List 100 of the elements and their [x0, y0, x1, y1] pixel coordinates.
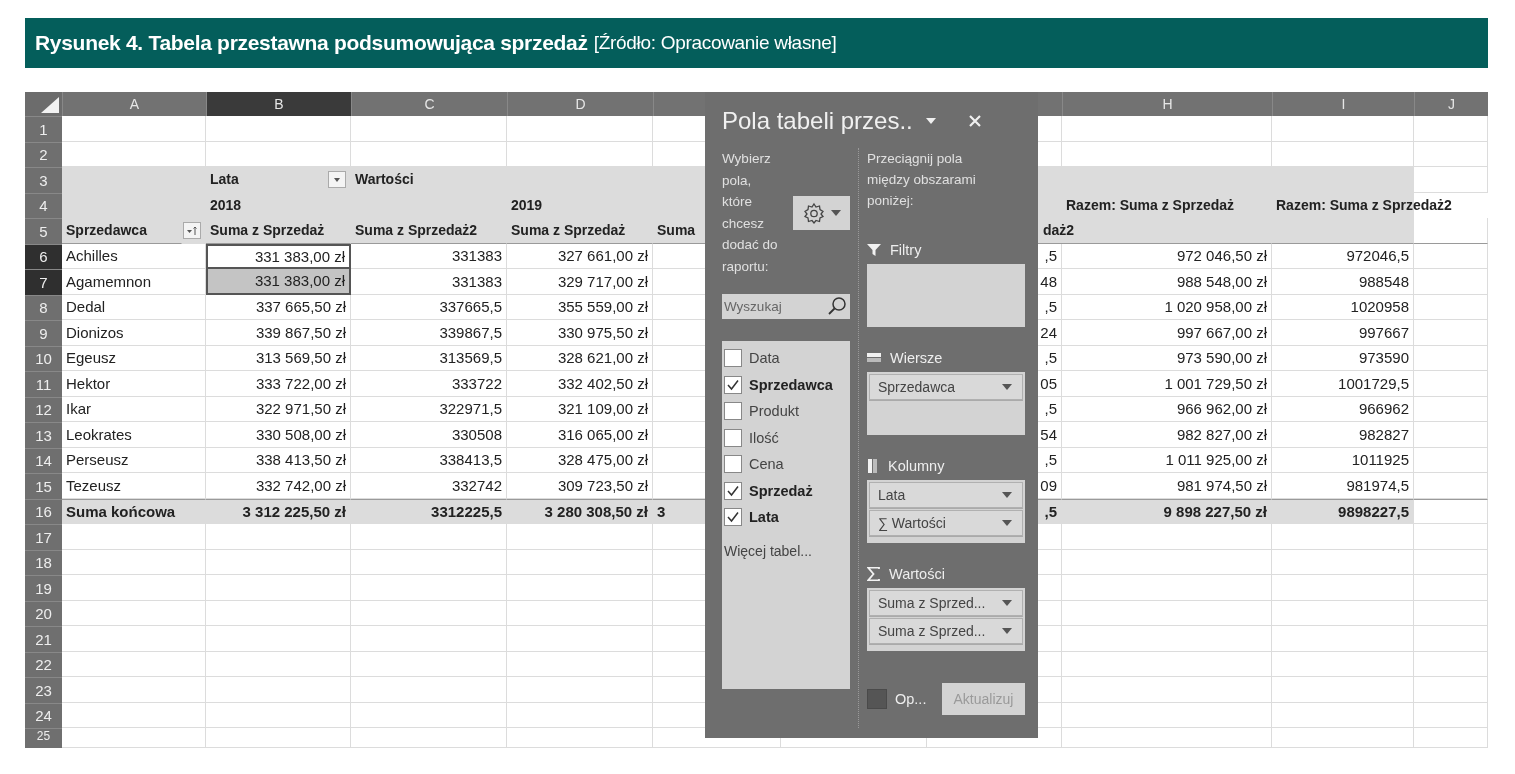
field-label[interactable]: Data — [749, 350, 780, 367]
drop-area[interactable]: Lata ∑ Wartości — [867, 480, 1025, 543]
panel-instructions: Przeciągnij pola między obszarami poniżej: — [867, 150, 977, 210]
row-header[interactable]: 3 — [25, 167, 62, 193]
table-cell: Sprzedawca — [62, 218, 182, 244]
table-cell: 332 742,00 zł — [206, 473, 351, 499]
table-cell: 997 667,00 zł — [1062, 320, 1272, 346]
caret-icon — [333, 176, 341, 183]
caret-icon — [1002, 628, 1012, 634]
column-header[interactable]: C — [351, 92, 507, 116]
table-cell: Suma z Sprzedaż2 — [351, 218, 507, 244]
row-header[interactable]: 7 — [25, 269, 62, 295]
row-header[interactable]: 25 — [25, 728, 62, 748]
table-cell: 973590 — [1272, 345, 1414, 371]
select-all-icon — [41, 97, 59, 113]
row-header[interactable]: 22 — [25, 651, 62, 677]
panel-title: Pola tabeli przes.. — [722, 107, 913, 135]
row-header[interactable]: 23 — [25, 677, 62, 703]
row-header[interactable]: 8 — [25, 294, 62, 320]
checkbox[interactable] — [867, 689, 887, 709]
row-header[interactable]: 18 — [25, 549, 62, 575]
field-label[interactable]: Sprzedawca — [749, 376, 833, 393]
table-cell: 1011925 — [1272, 447, 1414, 473]
rows-icon — [867, 352, 881, 364]
area-field-button[interactable]: ∑ Wartości — [869, 510, 1023, 536]
column-header[interactable]: A — [62, 92, 206, 116]
filter-dropdown-button[interactable] — [328, 171, 346, 188]
column-header[interactable]: J — [1414, 92, 1488, 116]
more-tables-link[interactable]: Więcej tabel... — [724, 542, 812, 559]
settings-button[interactable] — [793, 195, 850, 230]
row-header[interactable]: 19 — [25, 575, 62, 601]
defer-update-label[interactable]: Op... — [895, 691, 927, 707]
row-header[interactable]: 14 — [25, 447, 62, 473]
row-header[interactable]: 6 — [25, 243, 62, 269]
row-header[interactable]: 21 — [25, 626, 62, 652]
table-cell: Tezeusz — [62, 473, 206, 499]
row-header[interactable]: 17 — [25, 524, 62, 550]
area-field-button[interactable]: Lata — [869, 482, 1023, 508]
table-cell: 322971,5 — [351, 396, 507, 422]
column-header[interactable]: B — [206, 92, 351, 116]
field-label[interactable]: Produkt — [749, 403, 799, 420]
row-header[interactable]: 12 — [25, 396, 62, 422]
row-header[interactable]: 4 — [25, 192, 62, 218]
checkbox[interactable] — [724, 455, 742, 474]
field-label[interactable]: Sprzedaż — [749, 482, 813, 499]
row-header[interactable]: 15 — [25, 473, 62, 499]
close-button[interactable] — [966, 113, 983, 129]
table-cell: 322 971,50 zł — [206, 396, 351, 422]
row-header[interactable]: 11 — [25, 371, 62, 397]
row-header[interactable]: 2 — [25, 141, 62, 167]
area-label: Wartości — [889, 566, 945, 582]
row-header[interactable]: 16 — [25, 498, 62, 524]
row-header[interactable]: 1 — [25, 116, 62, 142]
table-cell: 329 717,00 zł — [507, 269, 653, 295]
checkbox[interactable] — [724, 481, 742, 500]
table-cell: 331383 — [351, 243, 507, 269]
area-field-button[interactable]: Suma z Sprzed... — [869, 590, 1023, 616]
table-cell: 339 867,50 zł — [206, 320, 351, 346]
table-cell: 982 827,00 zł — [1062, 422, 1272, 448]
table-cell: 355 559,00 zł — [507, 294, 653, 320]
row-header[interactable]: 24 — [25, 702, 62, 728]
close-icon — [968, 115, 981, 127]
table-cell: 981 974,50 zł — [1062, 473, 1272, 499]
column-header[interactable]: H — [1062, 92, 1272, 116]
area-field-button[interactable]: Sprzedawca — [869, 374, 1023, 400]
caret-icon — [1002, 384, 1012, 390]
caret-icon — [1002, 600, 1012, 606]
column-header[interactable]: D — [507, 92, 653, 116]
drop-area[interactable]: Sprzedawca — [867, 372, 1025, 435]
checkbox[interactable] — [724, 375, 742, 394]
table-cell: 330508 — [351, 422, 507, 448]
table-cell-text: Razem: Suma z Sprzedaż2 — [1275, 195, 1453, 215]
field-label[interactable]: Ilość — [749, 429, 779, 446]
row-header[interactable]: 20 — [25, 600, 62, 626]
checkbox[interactable] — [724, 508, 742, 527]
table-cell: 966962 — [1272, 396, 1414, 422]
row-header[interactable]: 9 — [25, 320, 62, 346]
table-cell: Ikar — [62, 396, 206, 422]
checkbox[interactable] — [724, 428, 742, 447]
sort-filter-icon — [186, 225, 198, 236]
table-cell: 3 312 225,50 zł — [206, 498, 351, 524]
table-cell: 316 065,00 zł — [507, 422, 653, 448]
field-label[interactable]: Cena — [749, 456, 784, 473]
row-header[interactable]: 5 — [25, 218, 62, 244]
table-cell: 333 722,00 zł — [206, 371, 351, 397]
table-cell-text: Razem: Suma z Sprzedaż — [1065, 195, 1236, 215]
select-all-button[interactable] — [25, 92, 62, 116]
search-field[interactable]: Wyszukaj — [722, 294, 850, 319]
row-header[interactable]: 10 — [25, 345, 62, 371]
drop-area[interactable]: Suma z Sprzed... Suma z Sprzed... — [867, 588, 1025, 651]
area-field-button[interactable]: Suma z Sprzed... — [869, 618, 1023, 644]
column-header[interactable]: I — [1272, 92, 1414, 116]
row-header[interactable]: 13 — [25, 422, 62, 448]
field-label[interactable]: Lata — [749, 509, 779, 526]
checkbox[interactable] — [724, 349, 742, 368]
checkbox[interactable] — [724, 402, 742, 421]
table-cell: 981974,5 — [1272, 473, 1414, 499]
search-icon — [827, 296, 847, 316]
table-cell: Suma z Sprzedaż — [507, 218, 653, 244]
filter-dropdown-button[interactable] — [183, 222, 201, 239]
